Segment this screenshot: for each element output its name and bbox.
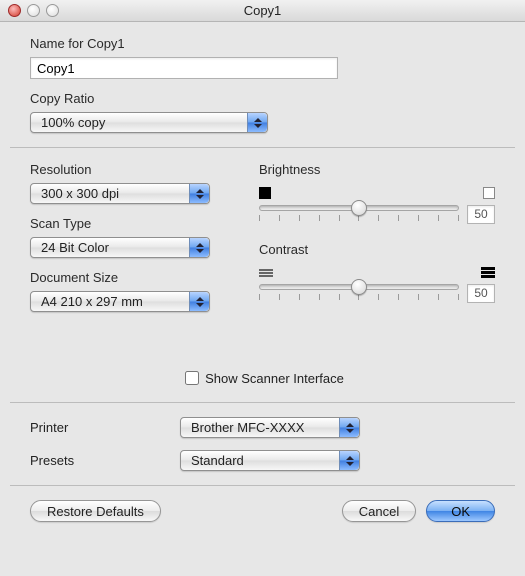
scan-type-select[interactable]: 24 Bit Color — [30, 237, 210, 258]
brightness-slider[interactable] — [259, 205, 459, 211]
stepper-icon — [339, 451, 359, 470]
brightness-dark-icon — [259, 187, 271, 199]
document-size-select[interactable]: A4 210 x 297 mm — [30, 291, 210, 312]
stepper-icon — [189, 292, 209, 311]
scan-type-value: 24 Bit Color — [41, 240, 109, 255]
restore-defaults-button[interactable]: Restore Defaults — [30, 500, 161, 522]
brightness-light-icon — [483, 187, 495, 199]
contrast-slider[interactable] — [259, 284, 459, 290]
minimize-icon[interactable] — [27, 4, 40, 17]
brightness-value[interactable]: 50 — [467, 205, 495, 224]
titlebar: Copy1 — [0, 0, 525, 22]
contrast-low-icon — [259, 269, 273, 277]
printer-label: Printer — [30, 420, 180, 435]
copy-ratio-select[interactable]: 100% copy — [30, 112, 268, 133]
contrast-high-icon — [481, 267, 495, 278]
printer-value: Brother MFC-XXXX — [191, 420, 304, 435]
document-size-value: A4 210 x 297 mm — [41, 294, 143, 309]
contrast-label: Contrast — [259, 242, 495, 257]
scan-type-label: Scan Type — [30, 216, 235, 231]
close-icon[interactable] — [8, 4, 21, 17]
name-label: Name for Copy1 — [30, 36, 495, 51]
zoom-icon[interactable] — [46, 4, 59, 17]
show-scanner-checkbox[interactable] — [185, 371, 199, 385]
stepper-icon — [189, 184, 209, 203]
divider — [10, 402, 515, 403]
divider — [10, 147, 515, 148]
copy-ratio-value: 100% copy — [41, 115, 105, 130]
printer-select[interactable]: Brother MFC-XXXX — [180, 417, 360, 438]
resolution-label: Resolution — [30, 162, 235, 177]
stepper-icon — [189, 238, 209, 257]
resolution-select[interactable]: 300 x 300 dpi — [30, 183, 210, 204]
show-scanner-label: Show Scanner Interface — [205, 371, 344, 386]
slider-thumb[interactable] — [351, 200, 367, 216]
window-controls — [8, 4, 59, 17]
cancel-button[interactable]: Cancel — [342, 500, 416, 522]
presets-label: Presets — [30, 453, 180, 468]
name-input[interactable] — [30, 57, 338, 79]
presets-select[interactable]: Standard — [180, 450, 360, 471]
resolution-value: 300 x 300 dpi — [41, 186, 119, 201]
ok-button[interactable]: OK — [426, 500, 495, 522]
copy-ratio-label: Copy Ratio — [30, 91, 495, 106]
window-title: Copy1 — [0, 3, 525, 18]
show-scanner-row: Show Scanner Interface — [30, 368, 495, 388]
stepper-icon — [339, 418, 359, 437]
slider-thumb[interactable] — [351, 279, 367, 295]
divider — [10, 485, 515, 486]
presets-value: Standard — [191, 453, 244, 468]
cancel-label: Cancel — [359, 504, 399, 519]
ok-label: OK — [451, 504, 470, 519]
brightness-label: Brightness — [259, 162, 495, 177]
stepper-icon — [247, 113, 267, 132]
document-size-label: Document Size — [30, 270, 235, 285]
dialog-content: Name for Copy1 Copy Ratio 100% copy Reso… — [0, 22, 525, 538]
restore-defaults-label: Restore Defaults — [47, 504, 144, 519]
contrast-value[interactable]: 50 — [467, 284, 495, 303]
